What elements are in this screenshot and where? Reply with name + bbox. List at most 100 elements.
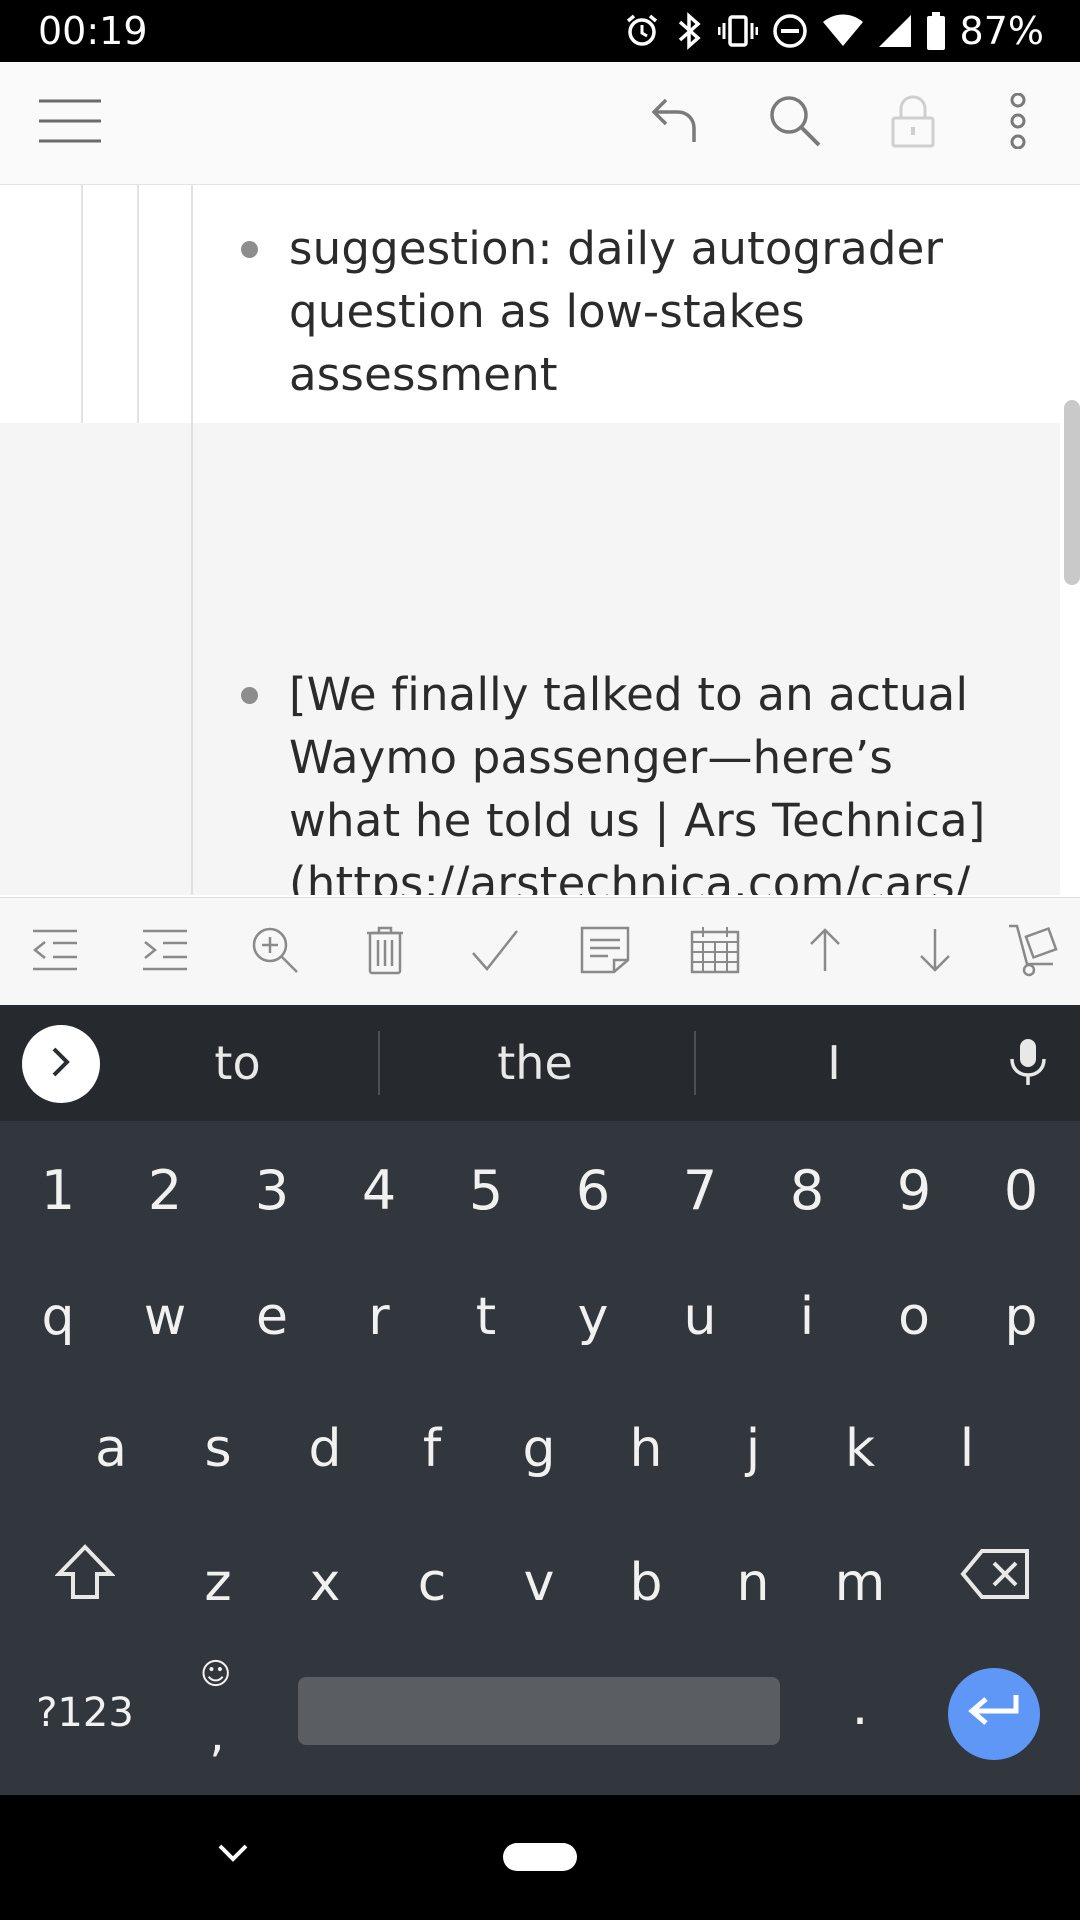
suggestion-divider bbox=[378, 1031, 380, 1095]
key-n[interactable]: n bbox=[703, 1523, 803, 1643]
key-i[interactable]: i bbox=[757, 1257, 857, 1377]
space-bar[interactable] bbox=[298, 1677, 780, 1745]
key-k[interactable]: k bbox=[810, 1389, 910, 1509]
backspace-icon bbox=[960, 1523, 1030, 1643]
more-vertical-icon bbox=[1008, 92, 1028, 154]
do-not-disturb-icon bbox=[772, 13, 808, 49]
move-down-button[interactable] bbox=[880, 898, 990, 1006]
key-d[interactable]: d bbox=[275, 1389, 375, 1509]
enter-icon bbox=[968, 1693, 1020, 1736]
move-up-button[interactable] bbox=[770, 898, 880, 1006]
period-key[interactable]: . bbox=[810, 1647, 910, 1767]
scrollbar-thumb[interactable] bbox=[1064, 400, 1080, 585]
key-e[interactable]: e bbox=[222, 1257, 322, 1377]
shift-key[interactable] bbox=[33, 1523, 137, 1643]
symbols-key[interactable]: ?123 bbox=[22, 1653, 148, 1773]
system-nav-bar bbox=[0, 1795, 1080, 1920]
delete-button[interactable] bbox=[330, 898, 440, 1006]
edit-toolbar bbox=[0, 897, 1080, 1006]
comma-label: , bbox=[209, 1707, 225, 1763]
key-r[interactable]: r bbox=[329, 1257, 429, 1377]
indent-guide bbox=[191, 185, 193, 895]
backspace-key[interactable] bbox=[943, 1523, 1047, 1643]
status-time: 00:19 bbox=[38, 9, 148, 53]
key-0[interactable]: 0 bbox=[971, 1131, 1071, 1251]
key-j[interactable]: j bbox=[703, 1389, 803, 1509]
wifi-icon bbox=[822, 14, 864, 48]
lock-button[interactable] bbox=[868, 62, 958, 184]
key-h[interactable]: h bbox=[596, 1389, 696, 1509]
key-m[interactable]: m bbox=[810, 1523, 910, 1643]
item-text[interactable]: [We finally talked to an actual Waymo pa… bbox=[289, 663, 1009, 895]
note-icon bbox=[580, 926, 630, 979]
key-5[interactable]: 5 bbox=[436, 1131, 536, 1251]
emoji-comma-key[interactable]: ☺ , bbox=[165, 1653, 269, 1773]
undo-button[interactable] bbox=[630, 62, 720, 184]
key-u[interactable]: u bbox=[650, 1257, 750, 1377]
voice-input-button[interactable] bbox=[998, 1031, 1058, 1097]
expand-suggestions-button[interactable] bbox=[22, 1025, 100, 1103]
undo-icon bbox=[648, 94, 702, 153]
note-button[interactable] bbox=[550, 898, 660, 1006]
menu-button[interactable] bbox=[20, 62, 120, 184]
date-button[interactable] bbox=[660, 898, 770, 1006]
key-t[interactable]: t bbox=[436, 1257, 536, 1377]
home-button[interactable] bbox=[503, 1843, 577, 1871]
key-9[interactable]: 9 bbox=[864, 1131, 964, 1251]
key-v[interactable]: v bbox=[489, 1523, 589, 1643]
bullet-dot[interactable] bbox=[241, 687, 258, 704]
key-z[interactable]: z bbox=[168, 1523, 268, 1643]
key-p[interactable]: p bbox=[971, 1257, 1071, 1377]
key-c[interactable]: c bbox=[382, 1523, 482, 1643]
move-down-icon bbox=[917, 927, 953, 978]
complete-button[interactable] bbox=[440, 898, 550, 1006]
key-s[interactable]: s bbox=[168, 1389, 268, 1509]
outdent-button[interactable] bbox=[0, 898, 110, 1006]
key-q[interactable]: q bbox=[8, 1257, 108, 1377]
suggestion-item[interactable]: the bbox=[400, 1005, 670, 1121]
keyboard: to the I 1 2 3 4 5 6 7 8 9 0 q w e r t y… bbox=[0, 1005, 1080, 1795]
suggestion-divider bbox=[694, 1031, 696, 1095]
more-options-button[interactable] bbox=[980, 62, 1056, 184]
key-a[interactable]: a bbox=[61, 1389, 161, 1509]
key-x[interactable]: x bbox=[275, 1523, 375, 1643]
vibrate-icon bbox=[717, 13, 758, 49]
hamburger-menu-icon bbox=[37, 98, 103, 149]
list-item-selected[interactable]: [We finally talked to an actual Waymo pa… bbox=[0, 423, 1060, 895]
key-3[interactable]: 3 bbox=[222, 1131, 322, 1251]
key-6[interactable]: 6 bbox=[543, 1131, 643, 1251]
move-up-icon bbox=[807, 927, 843, 978]
indent-button[interactable] bbox=[110, 898, 220, 1006]
key-l[interactable]: l bbox=[917, 1389, 1017, 1509]
outdent-icon bbox=[31, 928, 79, 977]
key-f[interactable]: f bbox=[382, 1389, 482, 1509]
key-7[interactable]: 7 bbox=[650, 1131, 750, 1251]
move-to-button[interactable] bbox=[990, 898, 1080, 1006]
status-bar: 00:19 87% bbox=[0, 0, 1080, 62]
outline-content: suggestion: daily autograder question as… bbox=[0, 185, 1080, 895]
item-text[interactable]: suggestion: daily autograder question as… bbox=[289, 217, 1009, 406]
key-b[interactable]: b bbox=[596, 1523, 696, 1643]
alarm-icon bbox=[624, 13, 660, 49]
key-8[interactable]: 8 bbox=[757, 1131, 857, 1251]
enter-key[interactable] bbox=[948, 1668, 1040, 1760]
zoom-in-icon bbox=[250, 925, 300, 980]
hide-keyboard-button[interactable] bbox=[213, 1835, 253, 1875]
suggestion-strip: to the I bbox=[0, 1005, 1080, 1121]
key-4[interactable]: 4 bbox=[329, 1131, 429, 1251]
key-o[interactable]: o bbox=[864, 1257, 964, 1377]
zoom-in-button[interactable] bbox=[220, 898, 330, 1006]
key-g[interactable]: g bbox=[489, 1389, 589, 1509]
bullet-dot[interactable] bbox=[241, 241, 258, 258]
key-1[interactable]: 1 bbox=[8, 1131, 108, 1251]
status-icons: 87% bbox=[624, 8, 1044, 54]
key-2[interactable]: 2 bbox=[115, 1131, 215, 1251]
suggestion-item[interactable]: to bbox=[130, 1005, 345, 1121]
battery-icon bbox=[926, 12, 946, 50]
search-button[interactable] bbox=[750, 62, 840, 184]
key-w[interactable]: w bbox=[115, 1257, 215, 1377]
key-y[interactable]: y bbox=[543, 1257, 643, 1377]
chevron-down-icon bbox=[217, 1842, 249, 1869]
list-item[interactable]: suggestion: daily autograder question as… bbox=[0, 185, 1060, 423]
suggestion-item[interactable]: I bbox=[716, 1005, 952, 1121]
